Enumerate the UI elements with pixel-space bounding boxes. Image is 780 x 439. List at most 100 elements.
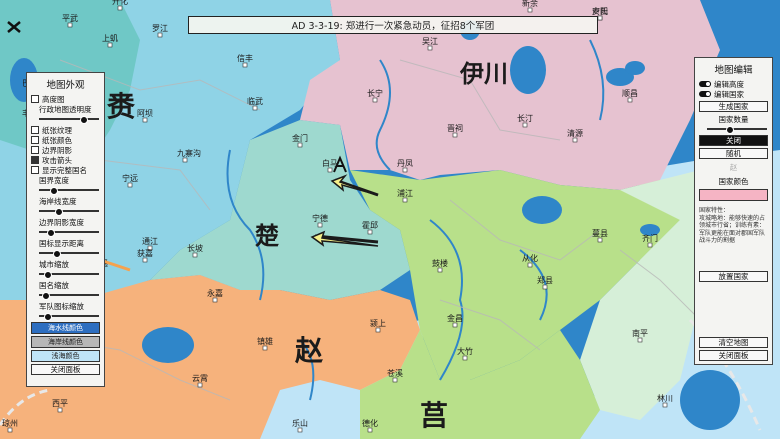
- city-name: 罗江: [152, 24, 168, 33]
- city-dot-icon[interactable]: [375, 327, 381, 333]
- nation-count-slider[interactable]: [707, 126, 767, 134]
- option-checkbox[interactable]: 纸张颜色: [31, 135, 100, 145]
- city-dot-icon[interactable]: [192, 252, 198, 258]
- slider-knob[interactable]: [726, 126, 734, 134]
- slider-knob[interactable]: [42, 292, 50, 300]
- city-dot-icon[interactable]: [127, 182, 133, 188]
- city-dot-icon[interactable]: [427, 45, 433, 51]
- city-dot-icon[interactable]: [297, 142, 303, 148]
- city-name: 安阳: [592, 6, 608, 16]
- city-name: 宁远: [122, 173, 138, 183]
- slider-knob[interactable]: [55, 208, 63, 216]
- random-button[interactable]: 随机: [699, 148, 768, 159]
- city-dot-icon[interactable]: [662, 402, 668, 408]
- city-dot-icon[interactable]: [402, 167, 408, 173]
- generate-nations-button[interactable]: 生成国家: [699, 101, 768, 112]
- city-dot-icon[interactable]: [117, 5, 123, 11]
- city-dot-icon[interactable]: [367, 427, 373, 433]
- map-appearance-controls: 高度图 行政地图透明度 纸张纹理 纸张颜色 边界阴影 攻击箭头 显示完整国名 国界宽度 海岸线宽…: [31, 94, 100, 321]
- city-dot-icon[interactable]: [297, 427, 303, 433]
- nation-color-swatch[interactable]: [699, 189, 768, 201]
- color-swatch[interactable]: 浅海颜色: [31, 350, 100, 362]
- option-checkbox[interactable]: 攻击箭头: [31, 155, 100, 165]
- city-name: 从化: [522, 253, 538, 263]
- clear-map-button[interactable]: 清空地图: [699, 336, 768, 348]
- slider-knob[interactable]: [47, 229, 55, 237]
- setting-slider[interactable]: [39, 271, 99, 279]
- city-dot-icon[interactable]: [67, 22, 73, 28]
- toggle-edit-height[interactable]: 编辑高度: [699, 79, 768, 89]
- city-dot-icon[interactable]: [367, 229, 373, 235]
- city-dot-icon[interactable]: [392, 377, 398, 383]
- option-checkbox[interactable]: 纸张纹理: [31, 125, 100, 135]
- setting-slider[interactable]: [39, 292, 99, 300]
- slider-knob[interactable]: [53, 250, 61, 258]
- checkbox-icon[interactable]: [31, 126, 39, 134]
- city-dot-icon[interactable]: [647, 242, 653, 248]
- city-dot-icon[interactable]: [527, 262, 533, 268]
- nation-count-label: 国家数量: [718, 115, 749, 124]
- city-dot-icon[interactable]: [182, 157, 188, 163]
- setting-label: 军队图标缩放: [39, 302, 84, 311]
- checkbox-icon[interactable]: [31, 136, 39, 144]
- city-dot-icon[interactable]: [142, 117, 148, 123]
- checkbox-icon[interactable]: [31, 146, 39, 154]
- city-dot-icon[interactable]: [157, 32, 163, 38]
- city-dot-icon[interactable]: [527, 7, 533, 13]
- checkbox-icon[interactable]: [31, 95, 39, 103]
- city-name: 颍上: [370, 319, 386, 328]
- setting-label: 国界宽度: [39, 176, 69, 185]
- city-dot-icon[interactable]: [597, 237, 603, 243]
- city-dot-icon[interactable]: [627, 97, 633, 103]
- slider-knob[interactable]: [80, 116, 88, 124]
- city-dot-icon[interactable]: [327, 167, 333, 173]
- city-dot-icon[interactable]: [402, 197, 408, 203]
- option-checkbox[interactable]: 边界阴影: [31, 145, 100, 155]
- checkbox-icon[interactable]: [31, 156, 39, 164]
- city-dot-icon[interactable]: [252, 105, 258, 111]
- close-panel-button-right[interactable]: 关闭面板: [699, 349, 768, 361]
- city-name: 临武: [247, 96, 263, 106]
- city-dot-icon[interactable]: [637, 337, 643, 343]
- city-dot-icon[interactable]: [242, 62, 248, 68]
- setting-slider[interactable]: [39, 187, 99, 195]
- city-dot-icon[interactable]: [597, 15, 603, 21]
- close-panel-button-left[interactable]: 关闭面板: [31, 364, 100, 375]
- city-dot-icon[interactable]: [262, 345, 268, 351]
- close-dark-button[interactable]: 关闭: [699, 135, 768, 146]
- toggle-edit-nation[interactable]: 编辑国家: [699, 89, 768, 99]
- setting-slider[interactable]: [39, 116, 99, 124]
- city-dot-icon[interactable]: [142, 257, 148, 263]
- city-dot-icon[interactable]: [197, 382, 203, 388]
- setting-slider[interactable]: [39, 229, 99, 237]
- city-dot-icon[interactable]: [57, 407, 63, 413]
- city-dot-icon[interactable]: [7, 427, 13, 433]
- city-name: 九寨沟: [177, 148, 201, 158]
- setting-slider[interactable]: [39, 313, 99, 321]
- city-dot-icon[interactable]: [107, 42, 113, 48]
- color-swatch[interactable]: 海岸线颜色: [31, 336, 100, 348]
- city-dot-icon[interactable]: [452, 322, 458, 328]
- city-dot-icon[interactable]: [542, 284, 548, 290]
- city-name: 晋祠: [447, 123, 463, 133]
- city-dot-icon[interactable]: [317, 222, 323, 228]
- slider-knob[interactable]: [50, 187, 58, 195]
- world-map[interactable]: 伊川 楚 赵 莒 赉 平武开化上虮罗江信丰临武阿坝丰宁九寨沟宁远通江长坡金门白马…: [0, 0, 780, 439]
- slider-knob[interactable]: [44, 271, 52, 279]
- city-name: 琼州: [2, 418, 18, 428]
- setting-slider[interactable]: [39, 250, 99, 258]
- city-dot-icon[interactable]: [572, 137, 578, 143]
- slider-knob[interactable]: [44, 313, 52, 321]
- setting-slider[interactable]: [39, 208, 99, 216]
- color-swatch[interactable]: 海水线颜色: [31, 322, 100, 334]
- option-checkbox[interactable]: 高度图: [31, 94, 100, 104]
- city-dot-icon[interactable]: [522, 122, 528, 128]
- city-dot-icon[interactable]: [462, 355, 468, 361]
- city-dot-icon[interactable]: [437, 267, 443, 273]
- option-checkbox[interactable]: 显示完整国名: [31, 165, 100, 175]
- city-dot-icon[interactable]: [452, 132, 458, 138]
- city-dot-icon[interactable]: [372, 97, 378, 103]
- place-nation-button[interactable]: 放置国家: [699, 270, 768, 282]
- city-dot-icon[interactable]: [212, 297, 218, 303]
- checkbox-icon[interactable]: [31, 166, 39, 174]
